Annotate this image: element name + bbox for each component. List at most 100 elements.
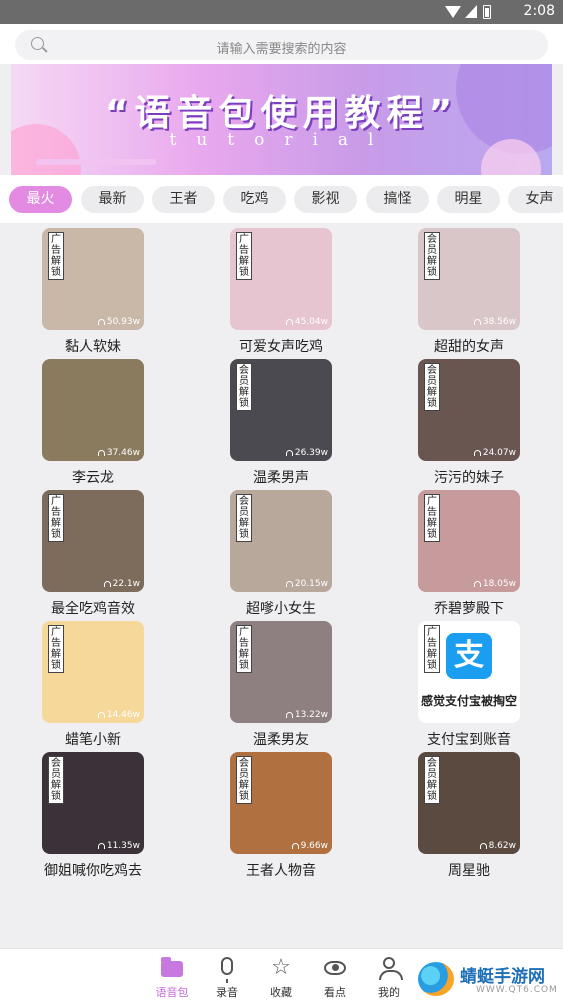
voice-pack-card[interactable]: 37.46w 李云龙: [42, 359, 152, 489]
play-count: 11.4w: [479, 710, 516, 720]
voice-pack-card[interactable]: 会员解锁 38.56w 超甜的女声: [418, 228, 528, 358]
voice-pack-thumbnail[interactable]: 广告解锁 50.93w: [42, 228, 144, 330]
voice-pack-thumbnail[interactable]: 会员解锁 24.07w: [418, 359, 520, 461]
status-bar: 2:08: [0, 0, 563, 24]
unlock-badge: 会员解锁: [236, 363, 252, 411]
tab-category[interactable]: 最火: [9, 186, 72, 213]
user-icon: [379, 957, 403, 980]
nav-item[interactable]: 语音包: [149, 953, 195, 999]
voice-pack-thumbnail[interactable]: 广告解锁 14.46w: [42, 621, 144, 723]
voice-pack-name: 乔碧萝殿下: [434, 601, 504, 617]
play-count-value: 20.15w: [294, 579, 328, 589]
voice-pack-card[interactable]: 广告解锁 50.93w 黏人软妹: [42, 228, 152, 358]
nav-item[interactable]: 我的: [366, 953, 412, 999]
play-count: 26.39w: [285, 448, 328, 458]
play-count-value: 18.05w: [482, 579, 516, 589]
nav-item[interactable]: 看点: [312, 953, 358, 999]
play-count: 24.07w: [473, 448, 516, 458]
unlock-badge: 广告解锁: [424, 494, 440, 542]
headphones-icon: [473, 450, 481, 456]
unlock-badge: 会员解锁: [424, 363, 440, 411]
voice-pack-thumbnail[interactable]: 支感觉支付宝被掏空 广告解锁 11.4w: [418, 621, 520, 723]
voice-pack-card[interactable]: 会员解锁 11.35w 御姐喊你吃鸡去: [42, 752, 152, 882]
play-count: 13.22w: [285, 710, 328, 720]
play-count-value: 22.1w: [112, 579, 140, 589]
nav-item[interactable]: 录音: [204, 953, 250, 999]
tab-category[interactable]: 吃鸡: [223, 186, 286, 213]
tab-category[interactable]: 女声: [508, 186, 563, 213]
nav-item[interactable]: ☆ 收藏: [258, 953, 304, 1000]
voice-pack-name: 温柔男友: [253, 732, 309, 748]
tab-category[interactable]: 明星: [437, 186, 500, 213]
thumbnail-caption: 感觉支付宝被掏空: [418, 692, 520, 709]
nav-label: 看点: [324, 986, 346, 999]
voice-pack-thumbnail[interactable]: 广告解锁 18.05w: [418, 490, 520, 592]
play-count: 18.05w: [473, 579, 516, 589]
unlock-badge: 会员解锁: [424, 232, 440, 280]
voice-pack-card[interactable]: 会员解锁 8.62w 周星驰: [418, 752, 528, 882]
headphones-icon: [285, 581, 293, 587]
unlock-badge: 广告解锁: [48, 494, 64, 542]
play-count-value: 50.93w: [106, 317, 140, 327]
voice-pack-thumbnail[interactable]: 37.46w: [42, 359, 144, 461]
play-count-value: 38.56w: [482, 317, 516, 327]
play-count-value: 45.04w: [294, 317, 328, 327]
wifi-icon: [445, 6, 461, 18]
voice-pack-card[interactable]: 广告解锁 13.22w 温柔男友: [230, 621, 340, 751]
voice-pack-thumbnail[interactable]: 会员解锁 11.35w: [42, 752, 144, 854]
star-icon: ☆: [271, 955, 291, 980]
nav-label: 录音: [216, 986, 238, 999]
voice-pack-thumbnail[interactable]: 广告解锁 13.22w: [230, 621, 332, 723]
banner-decoration: [36, 159, 156, 165]
voice-pack-name: 温柔男声: [253, 470, 309, 486]
banner-pager: [279, 165, 303, 175]
voice-pack-thumbnail[interactable]: 广告解锁 22.1w: [42, 490, 144, 592]
voice-pack-name: 支付宝到账音: [427, 732, 511, 748]
voice-pack-card[interactable]: 广告解锁 22.1w 最全吃鸡音效: [42, 490, 152, 620]
voice-pack-name: 超甜的女声: [434, 339, 504, 355]
tab-category[interactable]: 最新: [81, 186, 144, 213]
voice-pack-card[interactable]: 会员解锁 26.39w 温柔男声: [230, 359, 340, 489]
voice-pack-card[interactable]: 广告解锁 45.04w 可爱女声吃鸡: [230, 228, 340, 358]
unlock-badge: 广告解锁: [236, 625, 252, 673]
voice-pack-card[interactable]: 会员解锁 9.66w 王者人物音: [230, 752, 340, 882]
search-input[interactable]: 请输入需要搜索的内容: [15, 30, 548, 60]
voice-pack-card[interactable]: 支感觉支付宝被掏空 广告解锁 11.4w 支付宝到账音: [418, 621, 528, 751]
voice-pack-thumbnail[interactable]: 会员解锁 8.62w: [418, 752, 520, 854]
category-tabs: 最火 最新 王者 吃鸡 影视 搞怪 明星 女声: [0, 175, 563, 223]
unlock-badge: 会员解锁: [424, 756, 440, 804]
voice-pack-thumbnail[interactable]: 会员解锁 38.56w: [418, 228, 520, 330]
play-count: 8.62w: [479, 841, 516, 851]
tab-category[interactable]: 王者: [152, 186, 215, 213]
headphones-icon: [97, 450, 105, 456]
search-placeholder: 请输入需要搜索的内容: [216, 42, 347, 57]
voice-pack-thumbnail[interactable]: 会员解锁 9.66w: [230, 752, 332, 854]
voice-pack-thumbnail[interactable]: 会员解锁 26.39w: [230, 359, 332, 461]
headphones-icon: [473, 581, 481, 587]
play-count-value: 13.22w: [294, 710, 328, 720]
unlock-badge: 广告解锁: [424, 625, 440, 673]
voice-pack-thumbnail[interactable]: 广告解锁 45.04w: [230, 228, 332, 330]
voice-pack-card[interactable]: 会员解锁 24.07w 污污的妹子: [418, 359, 528, 489]
tab-category[interactable]: 搞怪: [366, 186, 429, 213]
headphones-icon: [97, 319, 105, 325]
voice-pack-card[interactable]: 广告解锁 14.46w 蜡笔小新: [42, 621, 152, 751]
play-count-value: 14.46w: [106, 710, 140, 720]
voice-pack-card[interactable]: 会员解锁 20.15w 超嗲小女生: [230, 490, 340, 620]
headphones-icon: [285, 319, 293, 325]
nav-label: 收藏: [270, 986, 292, 999]
headphones-icon: [291, 843, 299, 849]
tab-category[interactable]: 影视: [294, 186, 357, 213]
play-count: 38.56w: [473, 317, 516, 327]
voice-pack-card[interactable]: 广告解锁 18.05w 乔碧萝殿下: [418, 490, 528, 620]
play-count: 50.93w: [97, 317, 140, 327]
alipay-logo: 支: [446, 633, 492, 679]
headphones-icon: [285, 450, 293, 456]
voice-pack-thumbnail[interactable]: 会员解锁 20.15w: [230, 490, 332, 592]
voice-pack-name: 蜡笔小新: [65, 732, 121, 748]
unlock-badge: 会员解锁: [236, 756, 252, 804]
play-count-value: 26.39w: [294, 448, 328, 458]
tutorial-banner[interactable]: “语音包使用教程” tutorial: [11, 64, 552, 175]
play-count: 9.66w: [291, 841, 328, 851]
unlock-badge: 广告解锁: [236, 232, 252, 280]
